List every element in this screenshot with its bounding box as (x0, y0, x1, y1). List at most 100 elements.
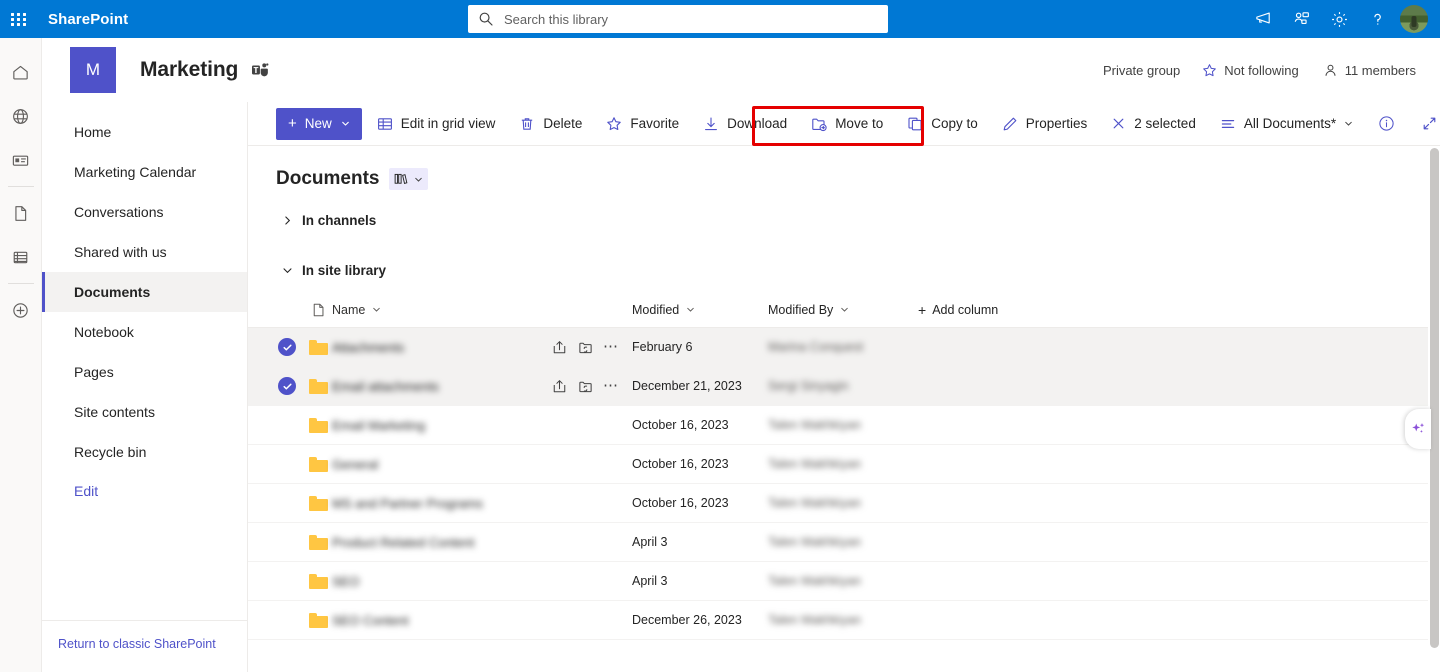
sidebar-item-marketing-calendar[interactable]: Marketing Calendar (42, 152, 247, 192)
account-avatar[interactable] (1400, 5, 1428, 33)
row-checkbox[interactable] (278, 377, 296, 395)
row-select-cell[interactable] (270, 455, 304, 473)
table-row[interactable]: SEO April 3 Talen Makhkiyan (248, 562, 1440, 601)
sidebar-item-conversations[interactable]: Conversations (42, 192, 247, 232)
search-box[interactable] (468, 5, 888, 33)
table-row[interactable]: Attachments ⋯ February 6 Marina Conquest (248, 328, 1440, 367)
copy-to-button[interactable]: Copy to (898, 108, 987, 140)
app-launcher-button[interactable] (0, 0, 38, 38)
more-actions-icon[interactable]: ⋯ (598, 378, 624, 393)
row-select-cell[interactable] (270, 572, 304, 590)
expand-icon (1423, 117, 1436, 130)
download-button[interactable]: Download (694, 108, 796, 140)
share-icon[interactable] (546, 340, 572, 355)
clear-selection-button[interactable]: 2 selected (1102, 108, 1205, 140)
copilot-button[interactable] (1405, 409, 1431, 449)
table-row[interactable]: SEO Content December 26, 2023 Talen Makhki… (248, 601, 1440, 640)
teams-chat-button[interactable] (1282, 0, 1320, 38)
sidebar-item-site-contents[interactable]: Site contents (42, 392, 247, 432)
group-header-in-channels[interactable]: In channels (248, 204, 1440, 236)
row-name-cell[interactable]: General (332, 457, 632, 472)
row-select-cell[interactable] (270, 533, 304, 551)
row-select-cell[interactable] (270, 338, 304, 356)
copy-link-icon[interactable] (572, 340, 598, 355)
delete-button[interactable]: Delete (510, 108, 591, 140)
sidebar-item-home[interactable]: Home (42, 112, 247, 152)
nav-label: Home (74, 124, 112, 140)
file-type-icon (313, 303, 323, 316)
column-header-type[interactable] (304, 303, 332, 317)
row-name-cell[interactable]: Email attachments ⋯ (332, 378, 632, 394)
chevron-right-icon (282, 215, 302, 226)
rail-files-button[interactable] (0, 191, 42, 235)
column-label: Modified By (768, 302, 834, 317)
column-label: Name (332, 302, 366, 317)
sidebar-item-notebook[interactable]: Notebook (42, 312, 247, 352)
row-type-cell (304, 339, 332, 355)
details-pane-button[interactable] (1368, 108, 1405, 140)
help-button[interactable] (1358, 0, 1396, 38)
library-view-switcher[interactable] (389, 168, 429, 190)
table-row[interactable]: Product Related Content April 3 Talen Makh… (248, 523, 1440, 562)
folder-icon (308, 456, 328, 472)
more-actions-icon[interactable]: ⋯ (598, 339, 624, 354)
row-name-cell[interactable]: Email Marketing (332, 418, 632, 433)
members-button[interactable]: 11 members (1323, 63, 1416, 78)
group-label: In site library (302, 262, 387, 278)
row-checkbox[interactable] (278, 338, 296, 356)
row-modified-by-cell: Talen Makhkiyan (768, 535, 918, 549)
row-select-cell[interactable] (270, 611, 304, 629)
sidebar-item-documents[interactable]: Documents (42, 272, 247, 312)
move-to-button[interactable]: Move to (802, 108, 892, 140)
group-header-in-site-library[interactable]: In site library (248, 254, 1440, 286)
rail-create-button[interactable] (0, 288, 42, 332)
settings-button[interactable] (1320, 0, 1358, 38)
row-modified-cell: October 16, 2023 (632, 418, 768, 432)
sidebar-item-recycle-bin[interactable]: Recycle bin (42, 432, 247, 472)
row-name-cell[interactable]: SEO (332, 574, 632, 589)
row-modified-by-label: Sergi Sinyagin (768, 379, 849, 393)
row-select-cell[interactable] (270, 377, 304, 395)
rail-lists-button[interactable] (0, 235, 42, 279)
column-header-modified[interactable]: Modified (632, 303, 768, 317)
sidebar-edit-nav-button[interactable]: Edit (42, 472, 247, 510)
rail-home-button[interactable] (0, 50, 42, 94)
row-actions: ⋯ (546, 378, 632, 394)
column-header-modified-by[interactable]: Modified By (768, 303, 918, 317)
row-modified-by-label: Talen Makhkiyan (768, 496, 862, 510)
new-button[interactable]: + New (276, 107, 362, 140)
rail-sites-button[interactable] (0, 94, 42, 138)
sidebar-item-shared-with-us[interactable]: Shared with us (42, 232, 247, 272)
table-row[interactable]: Email attachments ⋯ December 21, 2023 Sergi… (248, 367, 1440, 406)
view-switcher-button[interactable]: All Documents* (1211, 108, 1362, 140)
add-column-button[interactable]: + Add column (918, 302, 1440, 318)
column-header-name[interactable]: Name (332, 303, 632, 317)
search-input[interactable] (504, 11, 878, 27)
megaphone-button[interactable] (1244, 0, 1282, 38)
table-row[interactable]: Email Marketing October 16, 2023 Talen Mak… (248, 406, 1440, 445)
fullscreen-button[interactable] (1411, 108, 1440, 140)
favorite-button[interactable]: Favorite (597, 108, 688, 140)
properties-button[interactable]: Properties (993, 108, 1097, 140)
row-select-cell[interactable] (270, 494, 304, 512)
row-name-cell[interactable]: Attachments ⋯ (332, 339, 632, 355)
sharepoint-brand[interactable]: SharePoint (48, 11, 128, 28)
cmd-label: Download (727, 116, 788, 131)
rail-news-button[interactable] (0, 138, 42, 182)
sidebar-item-pages[interactable]: Pages (42, 352, 247, 392)
row-modified-cell: February 6 (632, 340, 768, 354)
scrollbar-thumb[interactable] (1430, 148, 1439, 648)
share-icon[interactable] (546, 379, 572, 394)
table-row[interactable]: MS and Partner Programs October 16, 2023 T… (248, 484, 1440, 523)
follow-button[interactable]: Not following (1202, 63, 1299, 78)
classic-sharepoint-link[interactable]: Return to classic SharePoint (58, 637, 216, 651)
folder-icon (308, 417, 328, 433)
edit-in-grid-view-button[interactable]: Edit in grid view (368, 108, 505, 140)
copy-link-icon[interactable] (572, 379, 598, 394)
page-title[interactable]: Marketing (140, 58, 238, 82)
row-name-cell[interactable]: SEO Content (332, 613, 632, 628)
row-name-cell[interactable]: MS and Partner Programs (332, 496, 632, 511)
row-select-cell[interactable] (270, 416, 304, 434)
table-row[interactable]: General October 16, 2023 Talen Makhkiyan (248, 445, 1440, 484)
row-name-cell[interactable]: Product Related Content (332, 535, 632, 550)
